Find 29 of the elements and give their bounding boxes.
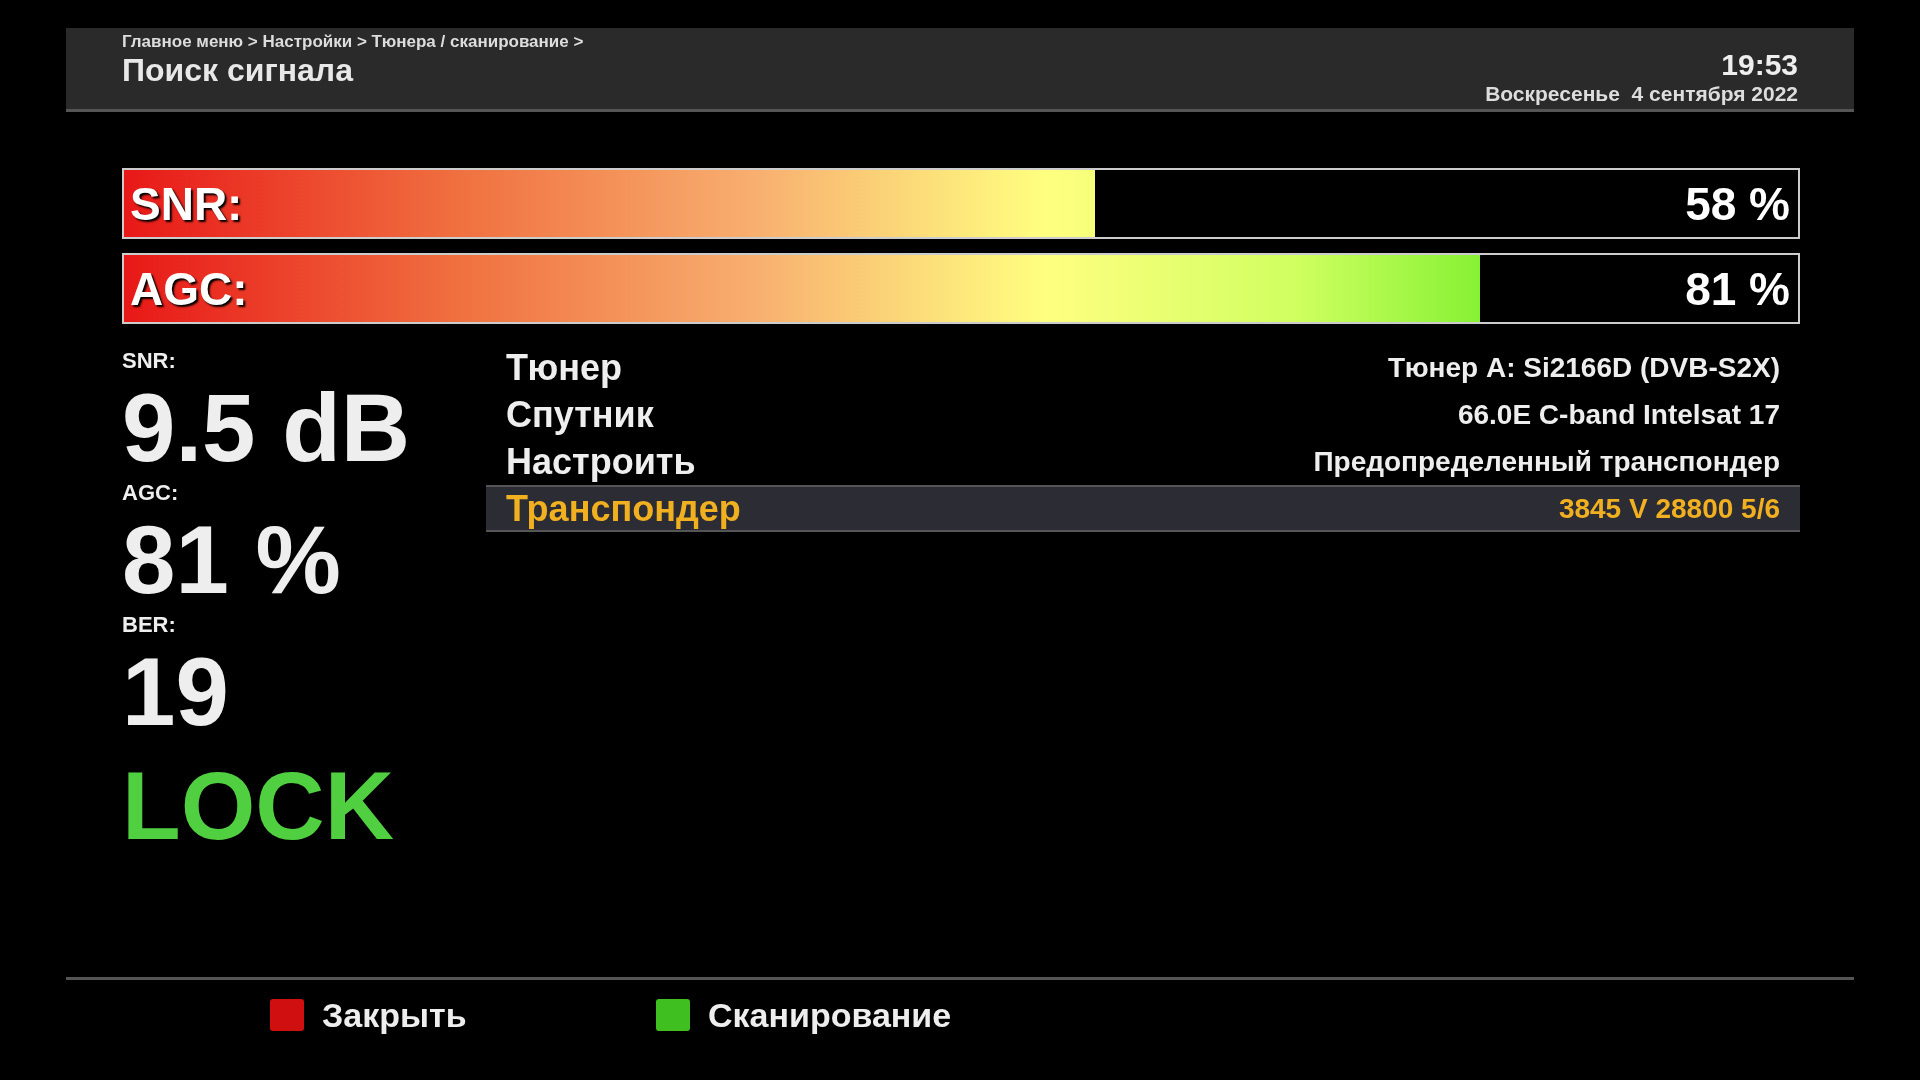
stat-value: 9.5 dB	[122, 380, 412, 476]
settings-row[interactable]: Транспондер 3845 V 28800 5/6	[486, 485, 1800, 532]
setting-value: 66.0E C-band Intelsat 17	[1457, 398, 1780, 431]
settings-row[interactable]: Настроить Предопределенный транспондер	[486, 438, 1800, 485]
lock-status: LOCK	[122, 758, 395, 854]
settings-row[interactable]: Спутник 66.0E C-band Intelsat 17	[486, 391, 1800, 438]
setting-value: Тюнер A: Si2166D (DVB-S2X)	[1387, 351, 1780, 384]
setting-label: Настроить	[506, 440, 696, 483]
setting-label: Тюнер	[506, 346, 622, 389]
stat-label: AGC:	[122, 480, 180, 506]
date-text: Воскресенье 4 сентября 2022	[1485, 82, 1798, 106]
stat-label: BER:	[122, 612, 177, 638]
setting-label: Транспондер	[506, 487, 741, 530]
key-label[interactable]: Сканирование	[708, 995, 952, 1035]
setting-label: Спутник	[506, 393, 654, 436]
meter-reading: 58 %	[1685, 176, 1790, 231]
clock-time: 19:53	[1721, 48, 1798, 82]
stat-value: 81 %	[122, 512, 342, 608]
meter-label: AGC:	[130, 261, 248, 316]
meter-reading: 81 %	[1685, 261, 1790, 316]
screen-title: Поиск сигнала	[122, 52, 355, 89]
setting-value: Предопределенный транспондер	[1313, 445, 1780, 478]
settings-row[interactable]: Тюнер Тюнер A: Si2166D (DVB-S2X)	[486, 344, 1800, 391]
stat-label: SNR:	[122, 348, 177, 374]
breadcrumb: Главное меню > Настройки > Тюнера / сканирование >	[122, 32, 584, 52]
key-label[interactable]: Закрыть	[322, 995, 467, 1035]
setting-value: 3845 V 28800 5/6	[1558, 492, 1780, 525]
stat-value: 19	[122, 644, 230, 740]
meter-label: SNR:	[130, 176, 243, 231]
